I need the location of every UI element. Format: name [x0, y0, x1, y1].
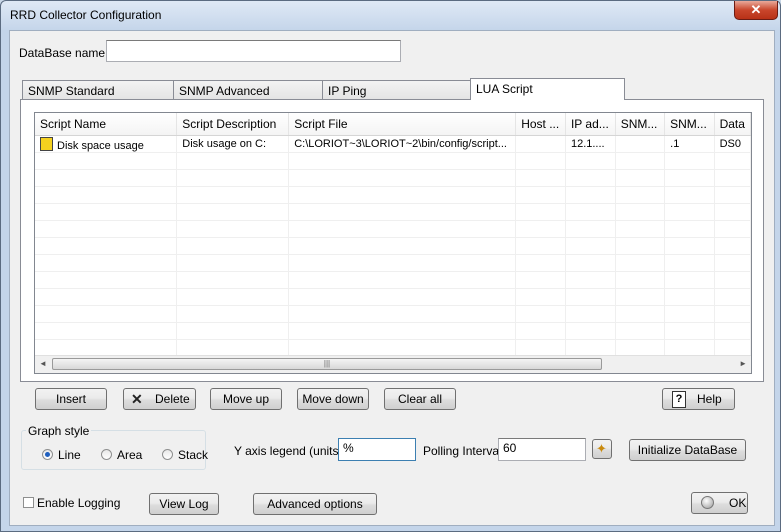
table-row[interactable] [35, 322, 751, 340]
polling-interval-input[interactable]: 60 [498, 438, 586, 461]
table-cell: Disk usage on C: [176, 135, 290, 153]
ok-button[interactable]: OK [691, 492, 748, 514]
table-row[interactable] [35, 305, 751, 323]
clear-all-button[interactable]: Clear all [384, 388, 456, 410]
script-table: Script Name Script Description Script Fi… [35, 113, 751, 357]
table-row[interactable] [35, 339, 751, 357]
table-row[interactable] [35, 271, 751, 289]
table-row[interactable] [35, 152, 751, 170]
table-row[interactable] [35, 254, 751, 272]
column-header[interactable]: Script Name [35, 113, 178, 136]
advanced-options-button[interactable]: Advanced options [253, 493, 377, 515]
radio-stack-label[interactable]: Stack [178, 448, 208, 462]
table-row[interactable] [35, 169, 751, 187]
tab-snmp-advanced[interactable]: SNMP Advanced [173, 80, 323, 99]
database-name-input[interactable] [106, 40, 401, 62]
help-icon: ? [672, 391, 686, 408]
move-down-button[interactable]: Move down [297, 388, 369, 410]
close-button[interactable]: ✕ [734, 1, 778, 20]
column-header[interactable]: Host ... [515, 113, 566, 136]
enable-logging-checkbox[interactable] [23, 497, 34, 508]
scroll-left-icon[interactable]: ◄ [39, 359, 47, 368]
horizontal-scrollbar[interactable]: ◄ ||| ► [35, 355, 751, 373]
tab-lua-script[interactable]: LUA Script [470, 78, 625, 100]
magic-wand-button[interactable]: ✦ [592, 439, 612, 459]
radio-line[interactable] [42, 449, 53, 460]
title-bar[interactable]: RRD Collector Configuration ✕ [1, 1, 780, 29]
scroll-thumb[interactable]: ||| [52, 358, 602, 370]
table-cell: 12.1.... [565, 135, 616, 153]
y-axis-input[interactable]: % [338, 438, 416, 461]
column-header[interactable]: IP ad... [565, 113, 616, 136]
view-log-button[interactable]: View Log [149, 493, 219, 515]
table-cell: DS0 [714, 135, 751, 153]
table-cell: C:\LORIOT~3\LORIOT~2\bin/config/script..… [288, 135, 517, 153]
column-header[interactable]: Data [714, 113, 751, 136]
delete-icon: ✕ [131, 391, 143, 407]
radio-area[interactable] [101, 449, 112, 460]
column-header[interactable]: SNM... [615, 113, 666, 136]
column-header[interactable]: Script File [288, 113, 517, 136]
table-cell: Disk space usage [35, 135, 178, 153]
magic-wand-icon: ✦ [596, 441, 607, 456]
database-name-label: DataBase name [19, 46, 106, 60]
tab-ip-ping[interactable]: IP Ping [322, 80, 471, 99]
ok-label: OK [729, 496, 747, 510]
insert-button[interactable]: Insert [35, 388, 107, 410]
dialog-window: RRD Collector Configuration ✕ DataBase n… [0, 0, 781, 532]
table-cell: .1 [664, 135, 715, 153]
y-axis-label: Y axis legend (units) [234, 444, 343, 458]
scroll-right-icon[interactable]: ► [739, 359, 747, 368]
help-label: Help [697, 392, 722, 406]
table-row[interactable] [35, 186, 751, 204]
script-file-icon [40, 136, 53, 151]
table-cell [515, 135, 566, 153]
table-row[interactable] [35, 288, 751, 306]
dialog-body: DataBase name SNMP Standard SNMP Advance… [9, 30, 775, 526]
table-cell [615, 135, 666, 153]
delete-button[interactable]: ✕ Delete [123, 388, 196, 410]
script-grid[interactable]: Script Name Script Description Script Fi… [34, 112, 752, 374]
move-up-button[interactable]: Move up [210, 388, 282, 410]
window-title: RRD Collector Configuration [10, 8, 162, 22]
close-icon: ✕ [750, 2, 762, 17]
ok-icon [701, 496, 714, 509]
table-row[interactable] [35, 237, 751, 255]
radio-stack[interactable] [162, 449, 173, 460]
column-header[interactable]: SNM... [664, 113, 715, 136]
tab-snmp-standard[interactable]: SNMP Standard [22, 80, 174, 99]
help-button[interactable]: ? Help [662, 388, 735, 410]
table-row[interactable] [35, 220, 751, 238]
table-row[interactable] [35, 203, 751, 221]
column-header[interactable]: Script Description [176, 113, 290, 136]
polling-interval-label: Polling Interval [423, 444, 502, 458]
enable-logging-label[interactable]: Enable Logging [37, 496, 120, 510]
radio-line-label[interactable]: Line [58, 448, 81, 462]
scroll-grip-icon: ||| [323, 359, 331, 368]
table-row[interactable]: Disk space usage Disk usage on C: C:\LOR… [35, 135, 751, 153]
graph-style-label: Graph style [26, 424, 92, 438]
initialize-database-button[interactable]: Initialize DataBase [629, 439, 746, 461]
radio-area-label[interactable]: Area [117, 448, 142, 462]
lua-script-panel: Script Name Script Description Script Fi… [20, 99, 764, 382]
delete-label: Delete [155, 392, 190, 406]
grid-header-row: Script Name Script Description Script Fi… [35, 113, 751, 136]
